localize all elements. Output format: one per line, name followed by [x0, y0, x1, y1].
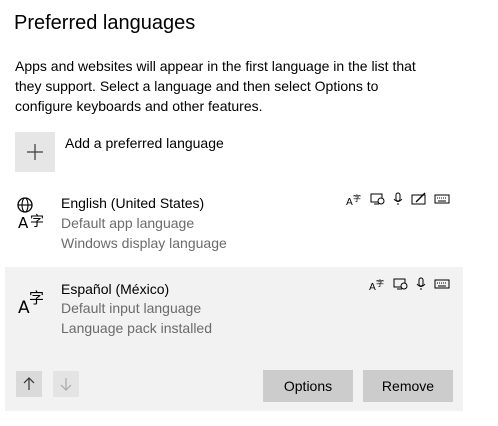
move-up-button[interactable] [16, 371, 42, 397]
arrow-down-icon [60, 378, 72, 391]
add-language-label[interactable]: Add a preferred language [65, 134, 224, 152]
text-to-speech-icon: A 字 [346, 193, 361, 206]
svg-text:字: 字 [353, 193, 361, 203]
page-title: Preferred languages [14, 12, 196, 34]
svg-text:字: 字 [29, 289, 44, 307]
language-features: A 字 [369, 277, 450, 291]
arrow-up-icon [23, 377, 35, 390]
description-line: configure keyboards and other features. [15, 98, 263, 114]
svg-text:A: A [369, 282, 376, 291]
move-down-button[interactable] [53, 371, 79, 397]
description-line: Apps and websites will appear in the fir… [15, 58, 416, 74]
language-icon: A 字 [18, 289, 44, 317]
handwriting-icon [411, 192, 426, 205]
language-name: Español (México) [61, 281, 170, 297]
language-name: English (United States) [61, 195, 205, 211]
description-line: they support. Select a language and then… [15, 78, 379, 94]
display-language-icon [370, 193, 385, 205]
keyboard-icon [434, 194, 450, 204]
language-features: A 字 [346, 192, 450, 206]
language-globe-icon: A 字 [17, 197, 44, 232]
description: Apps and websites will appear in the fir… [15, 56, 455, 116]
speech-recognition-icon [393, 192, 403, 205]
options-button[interactable]: Options [263, 370, 353, 402]
plus-icon [27, 144, 43, 160]
language-item-english[interactable]: A 字 English (United States) Default app … [10, 186, 465, 258]
display-language-icon [393, 278, 408, 290]
language-detail: Language pack installed [61, 320, 213, 336]
svg-text:A: A [346, 197, 353, 206]
keyboard-icon [434, 279, 450, 289]
svg-text:字: 字 [376, 278, 384, 288]
remove-button[interactable]: Remove [363, 370, 453, 402]
add-language-button[interactable] [15, 132, 55, 172]
svg-text:A: A [18, 214, 29, 232]
language-detail: Default input language [61, 300, 202, 316]
language-item-spanish[interactable]: A 字 Español (México) Default input langu… [5, 267, 463, 411]
text-to-speech-icon: A 字 [369, 278, 384, 291]
language-detail: Default app language [61, 215, 195, 231]
language-detail: Windows display language [61, 235, 227, 251]
svg-text:字: 字 [30, 214, 44, 230]
speech-recognition-icon [416, 277, 426, 290]
